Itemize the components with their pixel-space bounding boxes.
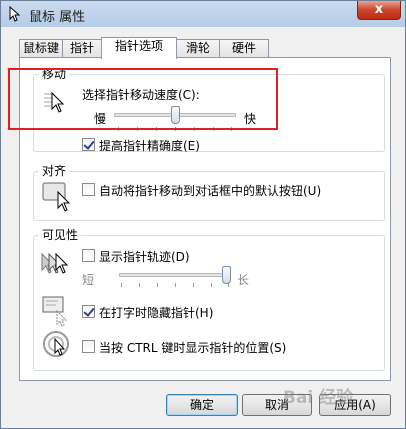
- trail-length-slider[interactable]: [119, 266, 231, 288]
- tab-pointers[interactable]: 指针: [62, 39, 102, 58]
- pointer-trails-label: 显示指针轨迹(D): [99, 250, 190, 264]
- slider-track: [119, 273, 231, 277]
- close-button[interactable]: x: [357, 1, 401, 20]
- highlight-annotation: [8, 68, 278, 130]
- pointer-trails-checkbox[interactable]: [82, 249, 95, 262]
- hide-while-typing-label: 在打字时隐藏指针(H): [99, 306, 214, 320]
- tab-hardware[interactable]: 硬件: [219, 39, 269, 58]
- snap-to-group: 对齐 自动将指针移动到对话框中的默认按钮(U): [33, 164, 385, 221]
- snap-to-checkbox[interactable]: [82, 183, 95, 196]
- snap-to-group-title: 对齐: [39, 164, 70, 178]
- tab-pointer-options[interactable]: 指针选项: [101, 37, 177, 59]
- mouse-pointer-icon: [9, 6, 21, 22]
- long-label: 长: [237, 273, 250, 287]
- visibility-group: 可见性 显示指针轨迹(D) 短 长 在打字时隐藏指针(H) 当按 CTRL 键时…: [33, 228, 385, 371]
- show-location-ctrl-label: 当按 CTRL 键时显示指针的位置(S): [99, 341, 287, 355]
- title-bar[interactable]: 鼠标 属性 x: [1, 1, 405, 27]
- watermark: Bai 经验: [283, 388, 354, 408]
- ok-button[interactable]: 确定: [166, 394, 238, 416]
- pointer-trails-icon: [41, 252, 69, 274]
- snap-to-label: 自动将指针移动到对话框中的默认按钮(U): [99, 184, 322, 198]
- slider-thumb[interactable]: [222, 266, 231, 284]
- window-title: 鼠标 属性: [29, 10, 86, 25]
- enhance-precision-label: 提高指针精确度(E): [99, 139, 200, 153]
- show-location-ctrl-checkbox[interactable]: [82, 340, 95, 353]
- show-location-icon: [43, 331, 69, 357]
- enhance-precision-checkbox[interactable]: [82, 138, 95, 151]
- hide-while-typing-checkbox[interactable]: [82, 305, 95, 318]
- short-label: 短: [82, 273, 95, 287]
- tab-wheel[interactable]: 滑轮: [176, 39, 220, 58]
- visibility-group-title: 可见性: [39, 228, 82, 242]
- hide-pointer-icon: [42, 296, 68, 327]
- tab-buttons[interactable]: 鼠标键: [19, 39, 63, 58]
- mouse-properties-window: 鼠标 属性 x 鼠标键 指针 指针选项 滑轮 硬件 移动 选择指针移动速度(C)…: [0, 0, 406, 429]
- snap-to-button-icon: [42, 182, 71, 212]
